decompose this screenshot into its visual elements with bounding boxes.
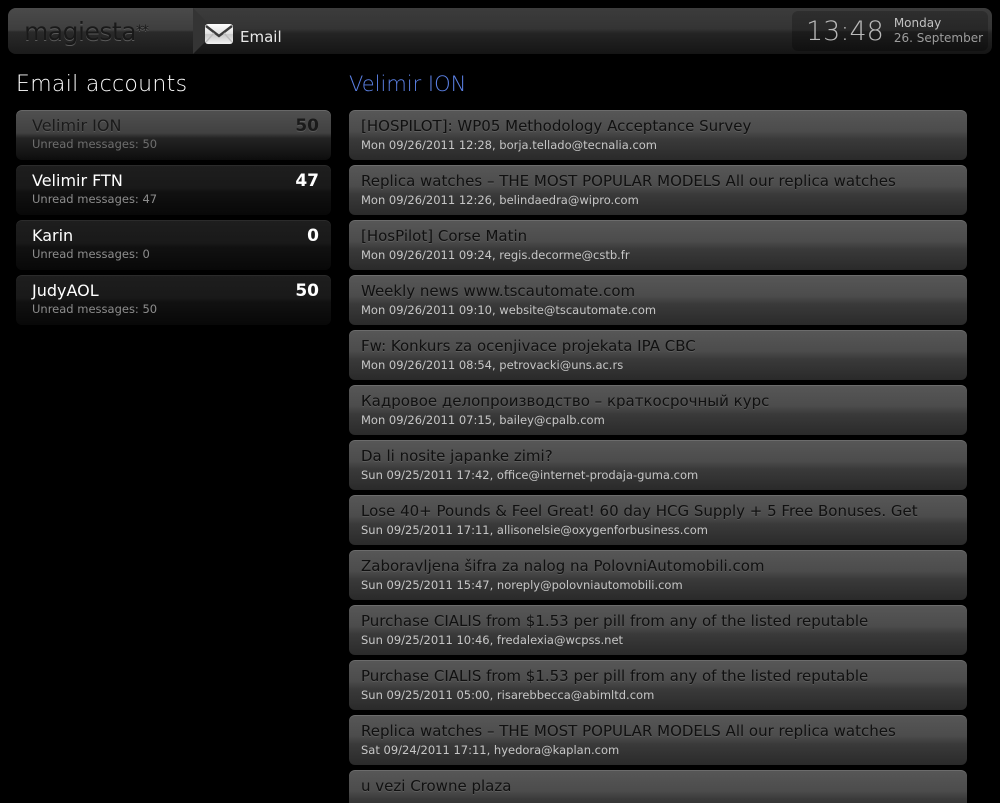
message-subject: Purchase CIALIS from $1.53 per pill from… bbox=[361, 667, 869, 685]
message-row[interactable]: [HOSPILOT]: WP05 Methodology Acceptance … bbox=[349, 110, 967, 160]
message-meta: Mon 09/26/2011 09:24, regis.decorme@cstb… bbox=[361, 248, 630, 262]
message-row[interactable]: u vezi Crowne plaza bbox=[349, 770, 967, 803]
top-header-bar: magiesta ** Email 13:48 Monday 26. Septem… bbox=[8, 8, 992, 54]
message-meta: Sun 09/25/2011 05:00, risarebbecca@abiml… bbox=[361, 688, 655, 702]
message-row[interactable]: Fw: Konkurs za ocenjivace projekata IPA … bbox=[349, 330, 967, 380]
message-subject: Lose 40+ Pounds & Feel Great! 60 day HCG… bbox=[361, 502, 918, 520]
message-row[interactable]: Da li nosite japanke zimi? Sun 09/25/2011… bbox=[349, 440, 967, 490]
message-row[interactable]: Кадровое делопроизводство – краткосрочны… bbox=[349, 385, 967, 435]
envelope-icon bbox=[205, 24, 233, 44]
message-subject: u vezi Crowne plaza bbox=[361, 777, 512, 795]
message-row[interactable]: Lose 40+ Pounds & Feel Great! 60 day HCG… bbox=[349, 495, 967, 545]
mailbox-title: Velimir ION bbox=[349, 72, 467, 96]
account-name: Karin bbox=[32, 226, 74, 245]
message-meta: Mon 09/26/2011 12:28, borja.tellado@tecn… bbox=[361, 138, 658, 152]
message-subject: Weekly news www.tscautomate.com bbox=[361, 282, 636, 300]
account-item[interactable]: JudyAOL Unread messages: 50 50 bbox=[16, 275, 331, 325]
clock-time: 13:48 bbox=[806, 15, 884, 47]
message-row[interactable]: [HosPilot] Corse Matin Mon 09/26/2011 09:… bbox=[349, 220, 967, 270]
account-unread-text: Unread messages: 50 bbox=[32, 137, 158, 151]
message-subject: Кадровое делопроизводство – краткосрочны… bbox=[361, 392, 770, 410]
message-row[interactable]: Weekly news www.tscautomate.com Mon 09/26… bbox=[349, 275, 967, 325]
message-subject: Fw: Konkurs za ocenjivace projekata IPA … bbox=[361, 337, 696, 355]
message-meta: Mon 09/26/2011 09:10, website@tscautomat… bbox=[361, 303, 657, 317]
logo-text: magiesta bbox=[24, 16, 137, 46]
account-unread-text: Unread messages: 50 bbox=[32, 302, 158, 316]
message-meta: Sat 09/24/2011 17:11, hyedora@kaplan.com bbox=[361, 743, 620, 757]
account-item[interactable]: Velimir FTN Unread messages: 47 47 bbox=[16, 165, 331, 215]
message-row[interactable]: Purchase CIALIS from $1.53 per pill from… bbox=[349, 660, 967, 710]
message-meta: Mon 09/26/2011 08:54, petrovacki@uns.ac.… bbox=[361, 358, 624, 372]
message-row[interactable]: Purchase CIALIS from $1.53 per pill from… bbox=[349, 605, 967, 655]
message-subject: [HOSPILOT]: WP05 Methodology Acceptance … bbox=[361, 117, 752, 135]
message-subject: Replica watches – THE MOST POPULAR MODEL… bbox=[361, 172, 896, 190]
message-subject: Replica watches – THE MOST POPULAR MODEL… bbox=[361, 722, 896, 740]
message-meta: Sun 09/25/2011 17:42, office@internet-pr… bbox=[361, 468, 699, 482]
message-meta: Sun 09/25/2011 15:47, noreply@polovniaut… bbox=[361, 578, 683, 592]
message-row[interactable]: Replica watches – THE MOST POPULAR MODEL… bbox=[349, 715, 967, 765]
clock-month-day: 26. September bbox=[893, 31, 984, 45]
message-subject: [HosPilot] Corse Matin bbox=[361, 227, 528, 245]
logo-marks: ** bbox=[136, 23, 149, 39]
message-meta: Mon 09/26/2011 07:15, bailey@cpalb.com bbox=[361, 413, 605, 427]
account-item[interactable]: Karin Unread messages: 0 0 bbox=[16, 220, 331, 270]
account-unread-count: 47 bbox=[295, 171, 319, 191]
account-item[interactable]: Velimir ION Unread messages: 50 50 bbox=[16, 110, 331, 160]
app-title: Email bbox=[240, 28, 282, 46]
account-unread-text: Unread messages: 0 bbox=[32, 247, 150, 261]
accounts-list: Velimir ION Unread messages: 50 50 Velimir … bbox=[16, 110, 331, 330]
account-unread-count: 50 bbox=[295, 116, 319, 136]
message-list[interactable]: [HOSPILOT]: WP05 Methodology Acceptance … bbox=[349, 110, 967, 803]
message-subject: Purchase CIALIS from $1.53 per pill from… bbox=[361, 612, 869, 630]
accounts-heading: Email accounts bbox=[16, 72, 188, 97]
message-subject: Zaboravljena šifra za nalog na PolovniAu… bbox=[361, 557, 765, 575]
magiesta-logo[interactable]: magiesta ** bbox=[8, 8, 216, 54]
clock-date-group: Monday 26. September bbox=[894, 16, 983, 46]
account-unread-text: Unread messages: 47 bbox=[32, 192, 158, 206]
account-name: Velimir ION bbox=[32, 116, 122, 135]
account-unread-count: 0 bbox=[307, 226, 319, 246]
account-name: Velimir FTN bbox=[32, 171, 123, 190]
clock-widget[interactable]: 13:48 Monday 26. September bbox=[792, 11, 988, 51]
account-name: JudyAOL bbox=[32, 281, 99, 300]
clock-weekday: Monday bbox=[893, 16, 942, 30]
message-row[interactable]: Zaboravljena šifra za nalog na PolovniAu… bbox=[349, 550, 967, 600]
message-meta: Sun 09/25/2011 10:46, fredalexia@wcpss.n… bbox=[361, 633, 624, 647]
message-row[interactable]: Replica watches – THE MOST POPULAR MODEL… bbox=[349, 165, 967, 215]
message-meta: Mon 09/26/2011 12:26, belindaedra@wipro.… bbox=[361, 193, 639, 207]
message-subject: Da li nosite japanke zimi? bbox=[361, 447, 553, 465]
account-unread-count: 50 bbox=[295, 281, 319, 301]
message-meta: Sun 09/25/2011 17:11, allisonelsie@oxyge… bbox=[361, 523, 709, 537]
